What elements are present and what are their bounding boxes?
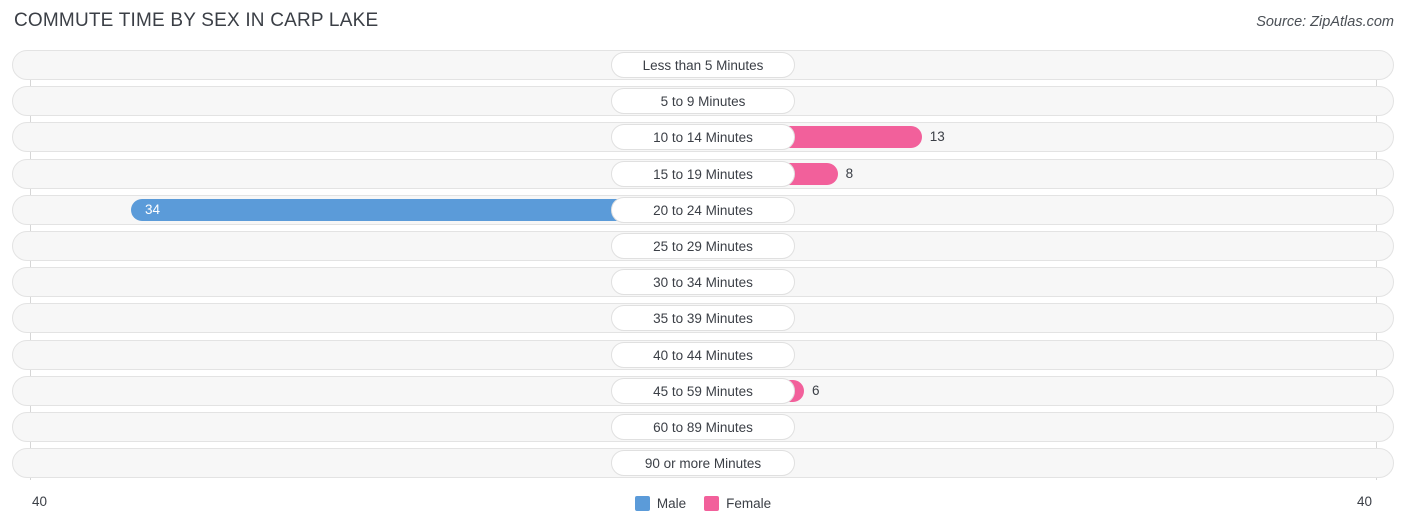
page-title: COMMUTE TIME BY SEX IN CARP LAKE — [14, 10, 379, 31]
category-label-pill: 10 to 14 Minutes — [611, 124, 795, 151]
legend-label: Female — [726, 496, 772, 511]
row-bars: 405 to 9 Minutes — [12, 86, 1394, 116]
category-label-pill: 40 to 44 Minutes — [611, 341, 795, 368]
category-label-pill: 90 or more Minutes — [611, 450, 795, 477]
bar-row: 405 to 9 Minutes — [12, 86, 1394, 117]
bar-row: 4160 to 89 Minutes — [12, 411, 1394, 442]
bar-row: 0025 to 29 Minutes — [12, 230, 1394, 261]
chart-page: COMMUTE TIME BY SEX IN CARP LAKE Source:… — [0, 0, 1406, 523]
row-bars: 31310 to 14 Minutes — [12, 122, 1394, 152]
row-bars: 0140 to 44 Minutes — [12, 340, 1394, 370]
row-bars: 0090 or more Minutes — [12, 448, 1394, 478]
row-bars: 4160 to 89 Minutes — [12, 412, 1394, 442]
bar-row: 0140 to 44 Minutes — [12, 339, 1394, 370]
bar-row: 4035 to 39 Minutes — [12, 303, 1394, 334]
bar-row: 3815 to 19 Minutes — [12, 158, 1394, 189]
legend-item[interactable]: Female — [704, 496, 771, 511]
bar-rows: 00Less than 5 Minutes405 to 9 Minutes313… — [12, 50, 1394, 484]
row-bars: 0645 to 59 Minutes — [12, 376, 1394, 406]
legend-label: Male — [656, 496, 687, 511]
plot-area: 00Less than 5 Minutes405 to 9 Minutes313… — [12, 50, 1394, 484]
male-value-label: 34 — [144, 201, 160, 217]
bar-row: 0090 or more Minutes — [12, 448, 1394, 479]
bar-row: 0430 to 34 Minutes — [12, 267, 1394, 298]
row-bars: 3815 to 19 Minutes — [12, 159, 1394, 189]
legend-item[interactable]: Male — [634, 496, 687, 511]
row-bars: 0025 to 29 Minutes — [12, 231, 1394, 261]
category-label-pill: 45 to 59 Minutes — [611, 377, 795, 404]
female-value-label: 8 — [845, 165, 854, 181]
female-value-label: 13 — [929, 129, 945, 145]
bar-row: 00Less than 5 Minutes — [12, 50, 1394, 80]
female-value-label: 6 — [811, 382, 820, 398]
category-label-pill: 15 to 19 Minutes — [611, 160, 795, 187]
bar-row: 31310 to 14 Minutes — [12, 122, 1394, 153]
source-attribution: Source: ZipAtlas.com — [1256, 14, 1394, 30]
bar-row: 0645 to 59 Minutes — [12, 375, 1394, 406]
category-label-pill: 25 to 29 Minutes — [611, 232, 795, 259]
legend-swatch — [634, 496, 650, 511]
row-bars: 34020 to 24 Minutes — [12, 195, 1394, 225]
category-label-pill: 5 to 9 Minutes — [611, 88, 795, 115]
category-label-pill: 20 to 24 Minutes — [611, 196, 795, 223]
row-bars: 0430 to 34 Minutes — [12, 267, 1394, 297]
row-bars: 00Less than 5 Minutes — [12, 50, 1394, 80]
row-bars: 4035 to 39 Minutes — [12, 303, 1394, 333]
category-label-pill: 30 to 34 Minutes — [611, 269, 795, 296]
chart-legend: Male Female — [0, 496, 1406, 511]
legend-swatch — [704, 496, 720, 511]
category-label-pill: 60 to 89 Minutes — [611, 413, 795, 440]
category-label-pill: Less than 5 Minutes — [611, 52, 795, 78]
category-label-pill: 35 to 39 Minutes — [611, 305, 795, 332]
bar-row: 34020 to 24 Minutes — [12, 194, 1394, 225]
